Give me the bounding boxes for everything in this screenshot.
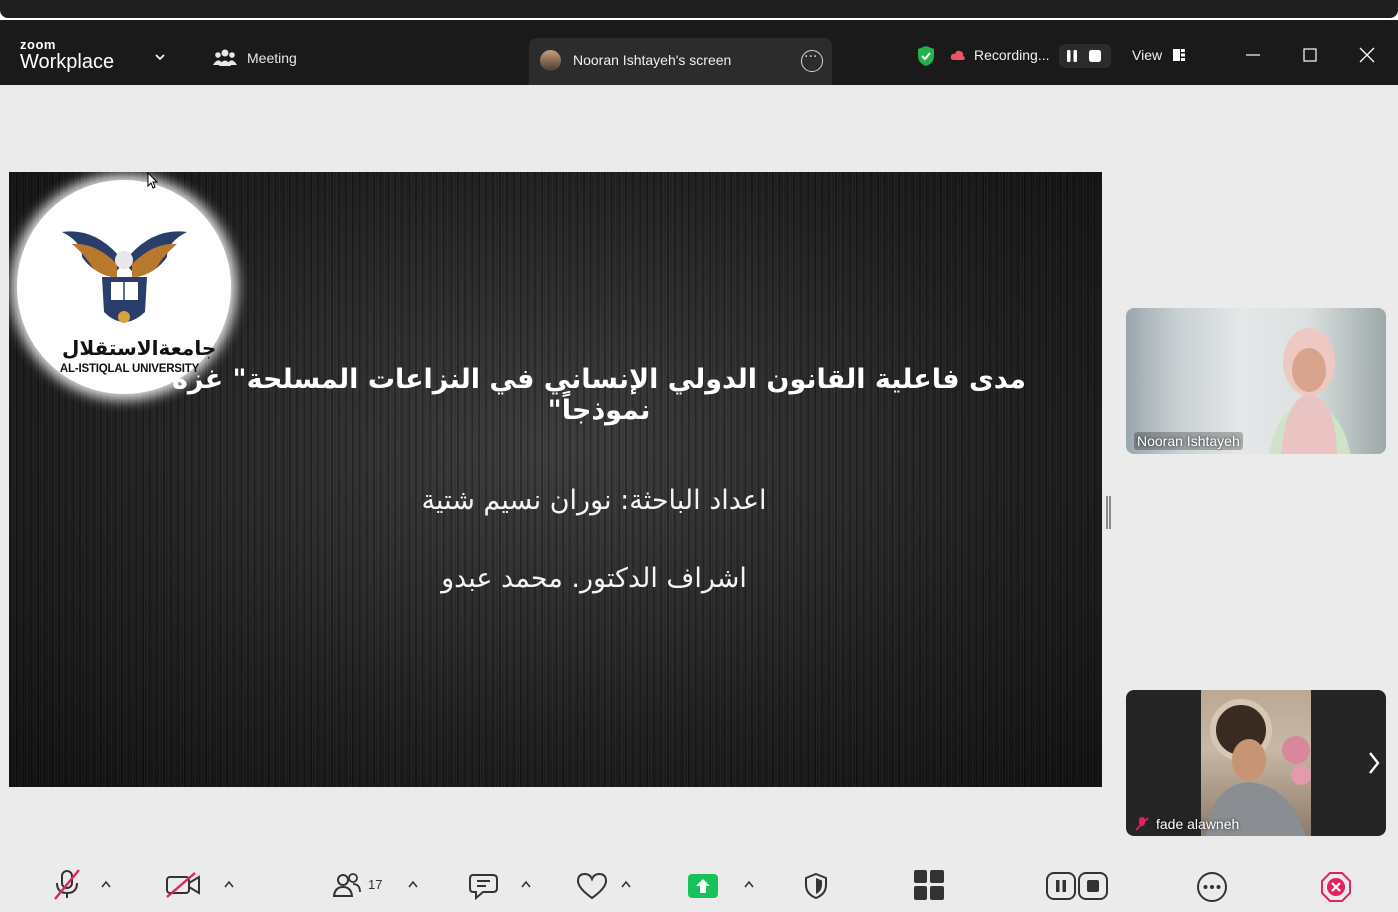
meeting-toolbar: 17 bbox=[0, 850, 1398, 912]
more-options-icon[interactable] bbox=[801, 49, 823, 72]
participant-video-tile[interactable]: fade alawneh bbox=[1126, 690, 1386, 836]
stop-icon[interactable] bbox=[1087, 48, 1103, 64]
maximize-icon[interactable] bbox=[1300, 45, 1320, 65]
tab-title: Nooran Ishtayeh's screen bbox=[573, 52, 732, 68]
zoom-logo: zoom Workplace bbox=[20, 37, 115, 73]
top-window-strip bbox=[0, 0, 1398, 20]
recording-indicator[interactable]: Recording... bbox=[950, 47, 1049, 63]
eagle-logo-icon bbox=[62, 231, 187, 323]
view-layout-icon bbox=[1173, 49, 1186, 61]
slide-supervisor: اشراف الدكتور. محمد عبدو bbox=[441, 563, 747, 594]
brand-small: zoom bbox=[20, 37, 56, 52]
close-icon[interactable] bbox=[1357, 45, 1377, 65]
title-bar: zoom Workplace Meeting Nooran Ishtayeh's… bbox=[0, 20, 1398, 85]
breakout-rooms-icon[interactable] bbox=[914, 870, 944, 900]
logo-arabic-text: جامعةالاستقلال bbox=[62, 336, 217, 360]
mic-muted-icon[interactable] bbox=[52, 868, 82, 900]
chevron-up-icon[interactable] bbox=[521, 880, 531, 888]
pause-icon[interactable] bbox=[1064, 48, 1080, 64]
mouse-cursor-icon bbox=[147, 172, 159, 189]
chat-icon[interactable] bbox=[469, 872, 499, 900]
participant-name: Nooran Ishtayeh bbox=[1134, 432, 1243, 450]
participant-video-tile[interactable]: Nooran Ishtayeh bbox=[1126, 308, 1386, 454]
university-logo: جامعةالاستقلال AL-ISTIQLAL UNIVERSITY bbox=[17, 180, 231, 394]
chevron-up-icon[interactable] bbox=[224, 880, 234, 888]
meeting-tab[interactable]: Meeting bbox=[213, 48, 297, 68]
chevron-up-icon[interactable] bbox=[101, 880, 111, 888]
shield-check-icon[interactable] bbox=[916, 45, 936, 67]
shared-screen-slide: جامعةالاستقلال AL-ISTIQLAL UNIVERSITY مد… bbox=[9, 172, 1102, 787]
slide-title: مدى فاعلية القانون الدولي الإنساني في ال… bbox=[171, 364, 1027, 426]
tab-screen-share[interactable]: Nooran Ishtayeh's screen bbox=[529, 38, 832, 85]
participants-icon bbox=[213, 49, 237, 66]
video-off-icon[interactable] bbox=[165, 872, 201, 898]
minimize-icon[interactable] bbox=[1243, 45, 1263, 65]
security-shield-icon[interactable] bbox=[803, 872, 829, 900]
panel-resize-handle[interactable] bbox=[1106, 496, 1111, 529]
brand-big: Workplace bbox=[20, 51, 115, 73]
participant-video bbox=[1269, 328, 1351, 454]
participants-icon[interactable] bbox=[333, 872, 361, 898]
view-button[interactable]: View bbox=[1132, 47, 1186, 63]
chevron-up-icon[interactable] bbox=[744, 880, 754, 888]
chevron-up-icon[interactable] bbox=[621, 880, 631, 888]
record-controls-icon[interactable] bbox=[1046, 872, 1108, 900]
participant-video bbox=[1201, 690, 1311, 836]
more-icon[interactable] bbox=[1196, 871, 1228, 903]
share-screen-icon[interactable] bbox=[688, 874, 718, 898]
recording-label: Recording... bbox=[974, 47, 1050, 63]
recording-controls bbox=[1059, 44, 1111, 68]
participant-name-row: fade alawneh bbox=[1134, 816, 1239, 832]
participants-count: 17 bbox=[368, 877, 383, 892]
avatar bbox=[540, 50, 561, 71]
slide-author: اعداد الباحثة: نوران نسيم شتية bbox=[421, 485, 767, 516]
heart-react-icon[interactable] bbox=[576, 872, 608, 900]
view-label: View bbox=[1132, 47, 1163, 63]
meeting-label: Meeting bbox=[247, 50, 297, 66]
chevron-right-icon[interactable] bbox=[1366, 750, 1382, 776]
chevron-down-icon[interactable] bbox=[153, 50, 167, 64]
mic-muted-icon bbox=[1135, 817, 1149, 831]
end-meeting-icon[interactable] bbox=[1320, 871, 1352, 903]
chevron-up-icon[interactable] bbox=[408, 880, 418, 888]
participant-name: fade alawneh bbox=[1156, 816, 1240, 832]
cloud-record-icon bbox=[950, 50, 965, 60]
